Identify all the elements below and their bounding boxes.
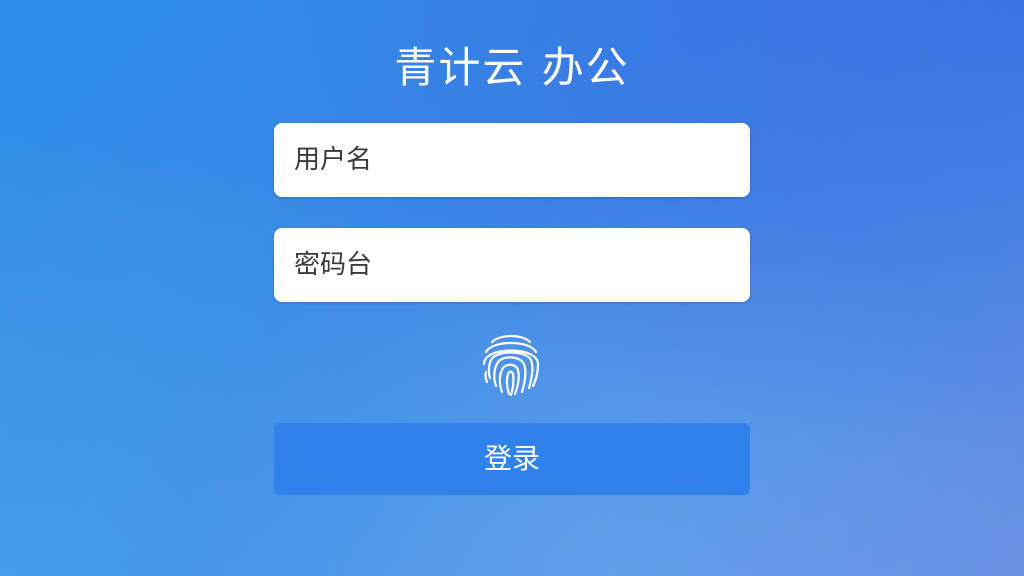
username-field-container — [274, 123, 750, 197]
fingerprint-icon[interactable] — [478, 328, 544, 398]
password-input[interactable] — [274, 228, 750, 302]
app-title: 青计云 办公 — [394, 43, 630, 92]
login-button[interactable]: 登录 — [274, 423, 750, 495]
password-field-container — [274, 228, 750, 302]
username-input[interactable] — [274, 123, 750, 197]
